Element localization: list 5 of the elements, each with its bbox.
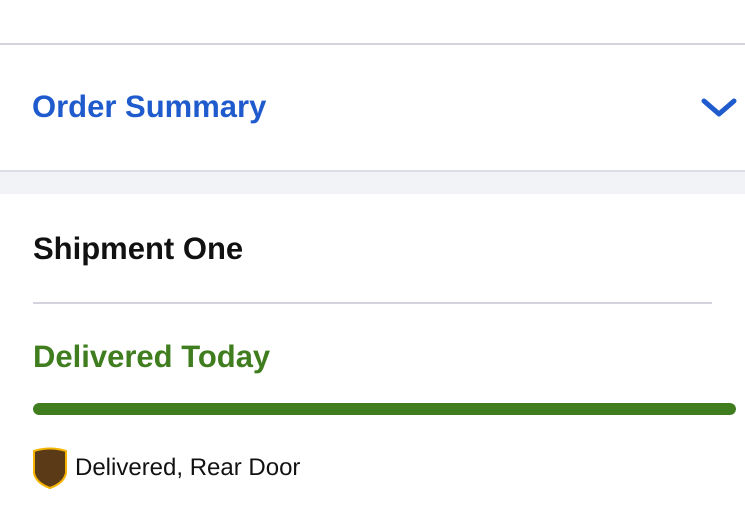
shipment-title: Shipment One bbox=[33, 230, 244, 268]
shield-icon bbox=[33, 447, 67, 489]
delivery-status: Delivered Today bbox=[33, 341, 272, 372]
carrier-status: Delivered, Rear Door bbox=[75, 453, 300, 483]
chevron-icon bbox=[701, 98, 737, 118]
